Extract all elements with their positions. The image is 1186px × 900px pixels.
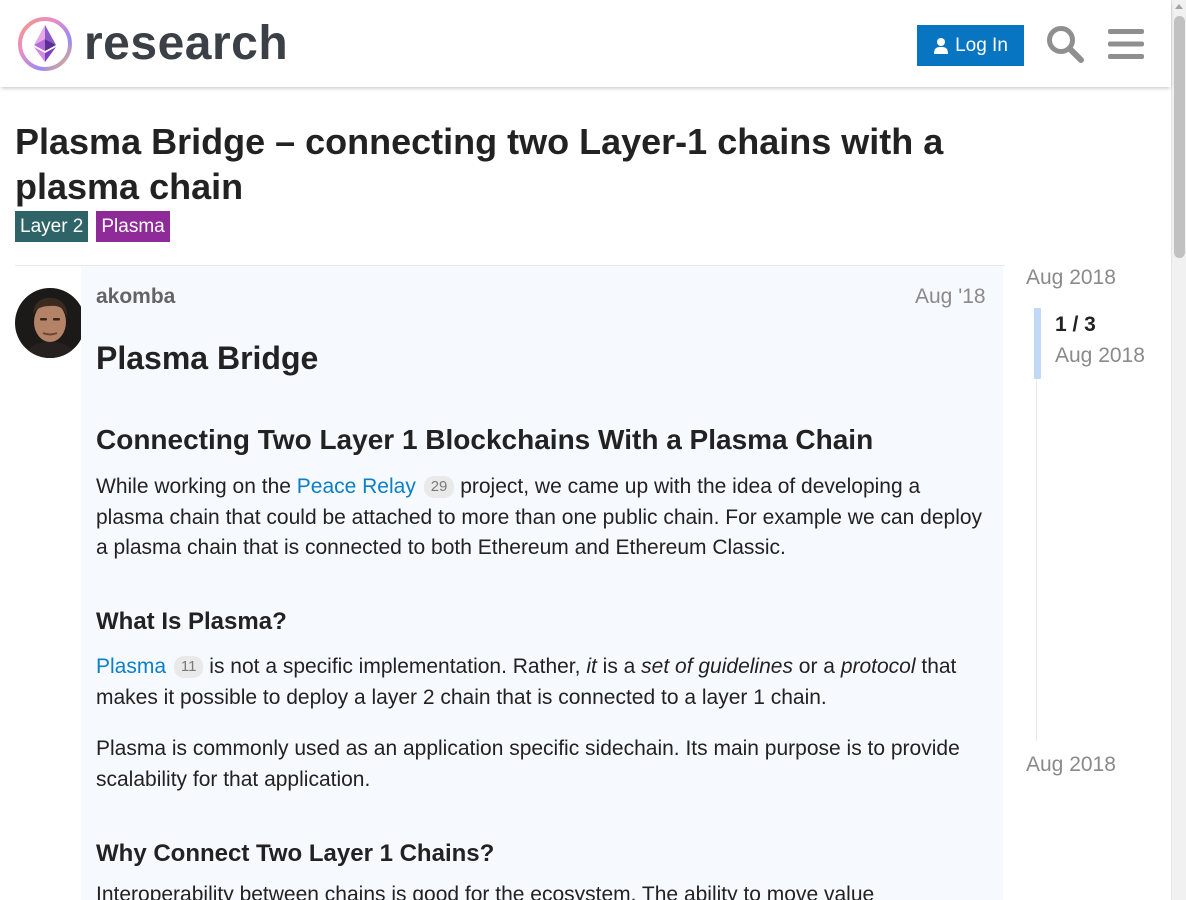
- scrollbar-thumb[interactable]: [1174, 16, 1185, 258]
- plasma-click-count: 11: [173, 656, 204, 678]
- tag-layer-2[interactable]: Layer 2: [15, 211, 89, 242]
- hamburger-menu-icon: [1108, 29, 1144, 59]
- login-button[interactable]: Log In: [917, 25, 1024, 66]
- search-icon: [1046, 25, 1084, 63]
- page-scrollbar[interactable]: [1171, 0, 1186, 900]
- author-avatar[interactable]: [15, 288, 85, 358]
- p2-em-protocol: protocol: [840, 655, 916, 678]
- p2-em-guidelines: set of guidelines: [641, 655, 793, 678]
- post-date[interactable]: Aug '18: [915, 285, 986, 309]
- post-heading-what-is-plasma: What Is Plasma?: [96, 608, 287, 635]
- logo-text: research: [84, 17, 289, 70]
- site-logo[interactable]: research: [16, 15, 296, 73]
- plasma-link[interactable]: Plasma: [96, 655, 166, 678]
- post-username[interactable]: akomba: [96, 285, 175, 309]
- p2-text-2: is a: [596, 655, 642, 678]
- timeline-end-date[interactable]: Aug 2018: [1026, 753, 1116, 777]
- timeline-scroll-handle[interactable]: [1034, 308, 1041, 379]
- topic-title[interactable]: Plasma Bridge – connecting two Layer-1 c…: [15, 119, 1015, 209]
- ethereum-logo-icon: [18, 17, 72, 71]
- hamburger-menu-button[interactable]: [1106, 24, 1146, 64]
- post-paragraph-intro: While working on the Peace Relay 29 proj…: [96, 472, 991, 564]
- p2-text-1: is not a specific implementation. Rather…: [203, 655, 587, 678]
- p2-em-it: it: [586, 655, 597, 678]
- search-button[interactable]: [1043, 22, 1086, 65]
- post-heading-why-connect: Why Connect Two Layer 1 Chains?: [96, 840, 495, 867]
- topic-tags: Layer 2 Plasma: [15, 211, 170, 242]
- post-paragraph-what-is-plasma: Plasma 11 is not a specific implementati…: [96, 652, 991, 713]
- p2-text-3: or a: [792, 655, 841, 678]
- post-paragraph-interoperability: Interoperability between chains is good …: [96, 883, 875, 900]
- user-icon: [934, 37, 949, 54]
- timeline-start-date[interactable]: Aug 2018: [1026, 266, 1116, 290]
- login-label: Log In: [955, 34, 1008, 56]
- post-paragraph-sidechain: Plasma is commonly used as an applicatio…: [96, 737, 960, 791]
- timeline-position: 1 / 3: [1055, 313, 1096, 336]
- site-header: research Log In: [0, 0, 1171, 87]
- peace-relay-click-count: 29: [423, 476, 455, 498]
- post-heading-connecting-chains: Connecting Two Layer 1 Blockchains With …: [96, 424, 874, 455]
- timeline-position-date: Aug 2018: [1055, 344, 1145, 367]
- scroll-up-arrow-icon[interactable]: [1175, 4, 1183, 9]
- tag-plasma[interactable]: Plasma: [96, 211, 170, 242]
- p1-text-before: While working on the: [96, 475, 297, 498]
- post-heading-plasma-bridge: Plasma Bridge: [96, 340, 319, 376]
- peace-relay-link[interactable]: Peace Relay: [297, 475, 416, 498]
